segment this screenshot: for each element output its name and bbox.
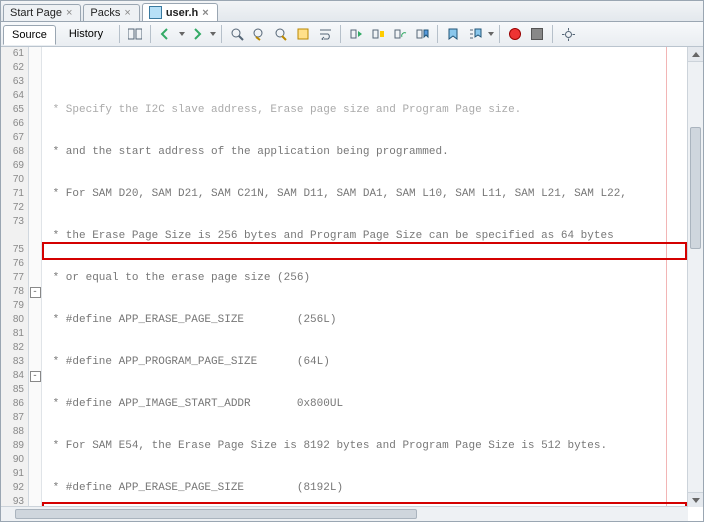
highlight-box [42,242,687,260]
dropdown-icon[interactable] [210,32,216,36]
vertical-scrollbar[interactable] [687,47,703,507]
step-over-icon[interactable] [390,24,410,44]
separator [552,25,553,43]
separator [499,25,500,43]
prev-match-icon[interactable] [249,24,269,44]
tab-label: Start Page [10,7,62,19]
subtab-history[interactable]: History [60,24,112,44]
dropdown-icon[interactable] [488,32,494,36]
tab-start-page[interactable]: Start Page × [3,4,81,21]
scrollbar-thumb[interactable] [690,127,701,249]
stop-icon[interactable] [527,24,547,44]
breakpoint-run-icon[interactable] [346,24,366,44]
tab-packs[interactable]: Packs × [83,4,139,21]
separator [340,25,341,43]
header-file-icon [149,6,162,19]
code-line: * #define APP_IMAGE_START_ADDR 0x800UL [46,397,703,411]
close-icon[interactable]: × [124,7,130,19]
code-line: * and the start address of the applicati… [46,145,703,159]
toggle-highlight-icon[interactable] [293,24,313,44]
code-line: * Specify the I2C slave address, Erase p… [46,103,703,117]
tab-label: Packs [90,7,120,19]
bookmark-list-icon[interactable] [465,24,485,44]
fold-gutter: - - [29,47,42,521]
nav-forward-icon[interactable] [187,24,207,44]
dropdown-icon[interactable] [179,32,185,36]
horizontal-scrollbar[interactable] [1,506,688,521]
code-editor[interactable]: * Specify the I2C slave address, Erase p… [42,47,703,521]
separator [119,25,120,43]
close-icon[interactable]: × [66,7,72,19]
scroll-up-icon[interactable] [688,47,703,62]
record-icon[interactable] [505,24,525,44]
code-line: * For SAM D20, SAM D21, SAM C21N, SAM D1… [46,187,703,201]
code-line: * #define APP_ERASE_PAGE_SIZE (256L) [46,313,703,327]
word-wrap-icon[interactable] [315,24,335,44]
scrollbar-thumb[interactable] [15,509,417,519]
code-line: * #define APP_PROGRAM_PAGE_SIZE (64L) [46,355,703,369]
fold-toggle[interactable]: - [30,287,41,298]
code-line: * #define APP_ERASE_PAGE_SIZE (8192L) [46,481,703,495]
fold-toggle[interactable]: - [30,371,41,382]
cursor-to-icon[interactable] [368,24,388,44]
settings-icon[interactable] [558,24,578,44]
tab-label: user.h [166,7,198,19]
separator [150,25,151,43]
code-line: * or equal to the erase page size (256) [46,271,703,285]
close-icon[interactable]: × [202,7,208,19]
subtab-source[interactable]: Source [3,25,56,45]
scroll-down-icon[interactable] [688,492,703,507]
step-bookmark-icon[interactable] [412,24,432,44]
tab-user-h[interactable]: user.h × [142,3,218,21]
code-line: * the Erase Page Size is 256 bytes and P… [46,229,703,243]
separator [221,25,222,43]
nav-back-icon[interactable] [156,24,176,44]
search-icon[interactable] [227,24,247,44]
next-match-icon[interactable] [271,24,291,44]
side-by-side-icon[interactable] [125,24,145,44]
separator [437,25,438,43]
line-number-gutter: 6162636465 6667686970 717273 7576777879 … [1,47,29,521]
bookmarks-icon[interactable] [443,24,463,44]
code-line: * For SAM E54, the Erase Page Size is 81… [46,439,703,453]
